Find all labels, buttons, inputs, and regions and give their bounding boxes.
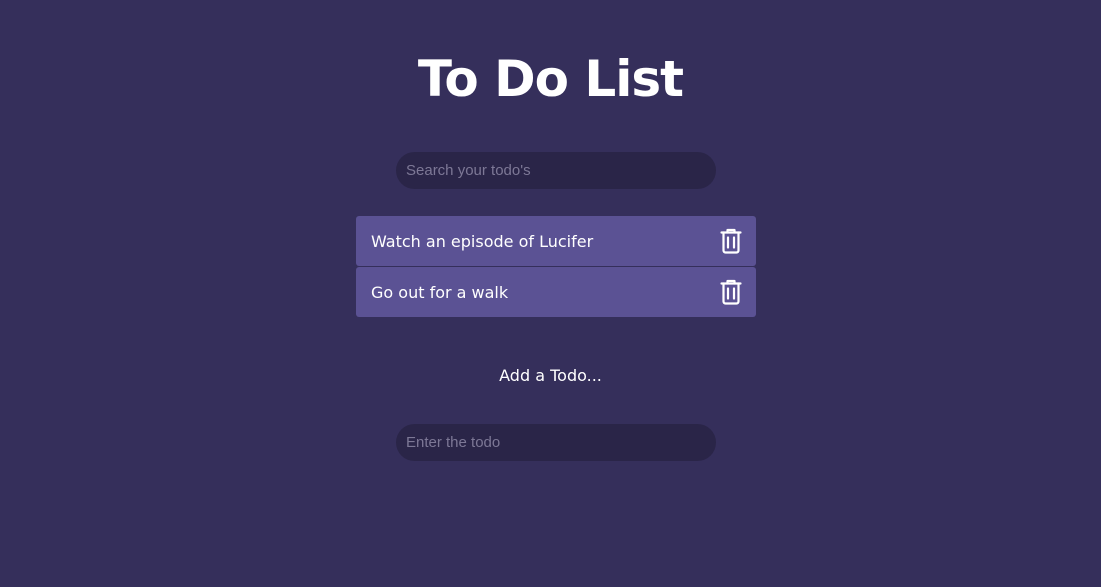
page-title: To Do List — [417, 50, 684, 108]
todo-list: Watch an episode of Lucifer Go out for a… — [356, 216, 756, 318]
trash-icon[interactable] — [719, 227, 743, 255]
todo-text: Go out for a walk — [371, 282, 509, 302]
todo-item: Go out for a walk — [356, 267, 756, 317]
search-input[interactable] — [396, 152, 716, 189]
trash-icon[interactable] — [719, 278, 743, 306]
add-todo-input[interactable] — [396, 424, 716, 461]
todo-text: Watch an episode of Lucifer — [371, 231, 594, 251]
add-todo-label: Add a Todo... — [499, 366, 602, 385]
todo-item: Watch an episode of Lucifer — [356, 216, 756, 266]
